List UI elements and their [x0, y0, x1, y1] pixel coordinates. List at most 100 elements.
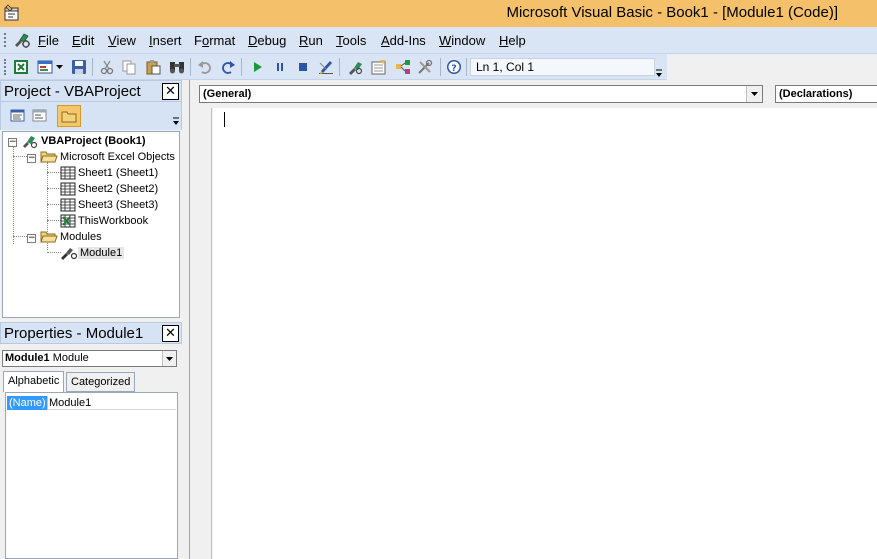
tree-guide-line: [47, 252, 61, 253]
property-row[interactable]: (Name) Module1: [7, 396, 176, 410]
object-browser-icon[interactable]: [394, 58, 412, 76]
vba-editor-icon: [4, 4, 19, 21]
project-explorer-panel: Project - VBAProject ✕ − VBAProject (Boo…: [0, 80, 182, 318]
panel-splitter[interactable]: [182, 80, 189, 559]
tab-categorized[interactable]: Categorized: [66, 372, 136, 392]
tree-guide-line: [47, 204, 61, 205]
toolbar-separator: [241, 58, 242, 76]
toolbar-grip-handle[interactable]: [4, 59, 7, 75]
save-icon[interactable]: [70, 58, 88, 76]
tree-guide-line: [13, 156, 27, 157]
vba-project-icon[interactable]: [13, 31, 31, 49]
object-combo[interactable]: (General): [199, 85, 763, 103]
property-name[interactable]: (Name): [7, 396, 48, 410]
cut-icon[interactable]: [98, 58, 116, 76]
menu-view[interactable]: View: [108, 33, 136, 48]
menu-grip-handle[interactable]: [4, 33, 7, 47]
copy-icon[interactable]: [120, 58, 138, 76]
reset-icon[interactable]: [294, 58, 312, 76]
redo-icon[interactable]: [219, 58, 237, 76]
view-excel-icon[interactable]: [12, 58, 30, 76]
design-mode-icon[interactable]: [317, 58, 335, 76]
toggle-folders-button[interactable]: [57, 105, 81, 127]
object-selector[interactable]: Module1 Module: [2, 350, 177, 367]
toolbar-separator: [339, 58, 340, 76]
menu-bar: File Edit View Insert Format Debug Run T…: [0, 27, 877, 54]
properties-window-icon[interactable]: [370, 58, 388, 76]
tree-guide-line: [13, 236, 27, 237]
undo-icon[interactable]: [196, 58, 214, 76]
toolbar-separator: [440, 58, 441, 76]
menu-add-ins[interactable]: Add-Ins: [381, 33, 426, 48]
toolbar-options-icon[interactable]: [655, 66, 663, 78]
module-icon: [61, 248, 78, 260]
chevron-down-icon[interactable]: [746, 86, 762, 102]
tree-node-thisworkbook[interactable]: ThisWorkbook: [60, 213, 150, 229]
tree-node-sheet1[interactable]: Sheet1 (Sheet1): [60, 165, 160, 181]
object-name: Module1: [5, 352, 50, 364]
property-value[interactable]: Module1: [49, 396, 91, 410]
property-divider: [47, 396, 48, 410]
properties-panel-titlebar[interactable]: Properties - Module1 ✕: [0, 322, 182, 344]
tree-collapse-icon[interactable]: −: [27, 234, 36, 243]
menu-file[interactable]: File: [38, 33, 59, 48]
tree-guide-line: [47, 220, 61, 221]
standard-toolbar: ? Ln 1, Col 1: [0, 54, 667, 80]
paste-icon[interactable]: [144, 58, 162, 76]
procedure-combo[interactable]: (Declarations): [775, 85, 877, 103]
break-icon[interactable]: [271, 58, 289, 76]
window-title: Microsoft Visual Basic - Book1 - [Module…: [506, 4, 838, 21]
code-window: (General) (Declarations): [189, 80, 877, 559]
project-tree: − VBAProject (Book1) − Microsoft Excel O…: [2, 131, 180, 318]
toolbar-background: [667, 54, 877, 80]
menu-window[interactable]: Window: [439, 33, 485, 48]
tree-node-sheet3[interactable]: Sheet3 (Sheet3): [60, 197, 160, 213]
tree-node-vbaproject[interactable]: VBAProject (Book1): [21, 133, 148, 149]
menu-format[interactable]: Format: [194, 33, 235, 48]
procedure-combo-value: (Declarations): [779, 88, 853, 100]
project-panel-close-icon[interactable]: ✕: [162, 83, 179, 100]
tab-alphabetic[interactable]: Alphabetic: [3, 371, 65, 392]
tree-node-module1[interactable]: Module1: [60, 245, 125, 261]
menu-run[interactable]: Run: [299, 33, 323, 48]
view-object-icon[interactable]: [31, 107, 49, 124]
workbook-icon: [60, 214, 76, 228]
cursor-position-status: Ln 1, Col 1: [470, 58, 655, 76]
toolbox-icon[interactable]: [416, 58, 434, 76]
code-margin[interactable]: [190, 108, 212, 559]
help-icon[interactable]: ?: [445, 58, 463, 76]
title-bar: Microsoft Visual Basic - Book1 - [Module…: [0, 0, 877, 27]
project-panel-titlebar[interactable]: Project - VBAProject ✕: [0, 80, 182, 102]
project-toolbar: [0, 102, 182, 130]
tree-guide-line: [13, 146, 14, 244]
worksheet-icon: [60, 166, 76, 180]
properties-panel-title: Properties - Module1: [4, 325, 144, 342]
project-toolbar-options-icon[interactable]: [172, 116, 180, 126]
tree-collapse-icon[interactable]: −: [27, 154, 36, 163]
project-panel-title: Project - VBAProject: [4, 83, 141, 100]
insert-dropdown-icon[interactable]: [54, 58, 64, 76]
project-explorer-icon[interactable]: [346, 58, 364, 76]
run-icon[interactable]: [248, 58, 266, 76]
tree-node-modules[interactable]: Modules: [40, 229, 104, 245]
insert-userform-icon[interactable]: [36, 58, 54, 76]
properties-grid: (Name) Module1: [5, 392, 178, 559]
toolbar-separator: [190, 58, 191, 76]
menu-insert[interactable]: Insert: [149, 33, 182, 48]
properties-panel-close-icon[interactable]: ✕: [162, 325, 179, 342]
menu-edit[interactable]: Edit: [72, 33, 94, 48]
chevron-down-icon[interactable]: [162, 351, 176, 366]
tree-node-sheet2[interactable]: Sheet2 (Sheet2): [60, 181, 160, 197]
tree-guide-line: [47, 172, 61, 173]
view-code-icon[interactable]: [9, 107, 27, 124]
properties-panel: Properties - Module1 ✕ Module1 Module Al…: [0, 322, 182, 559]
menu-help[interactable]: Help: [499, 33, 526, 48]
tree-node-excel-objects[interactable]: Microsoft Excel Objects: [40, 149, 177, 165]
tree-collapse-icon[interactable]: −: [8, 138, 17, 147]
menu-tools[interactable]: Tools: [336, 33, 366, 48]
toolbar-separator: [92, 58, 93, 76]
menu-debug[interactable]: Debug: [248, 33, 286, 48]
worksheet-icon: [60, 198, 76, 212]
code-editor[interactable]: [213, 108, 877, 559]
find-icon[interactable]: [168, 58, 186, 76]
